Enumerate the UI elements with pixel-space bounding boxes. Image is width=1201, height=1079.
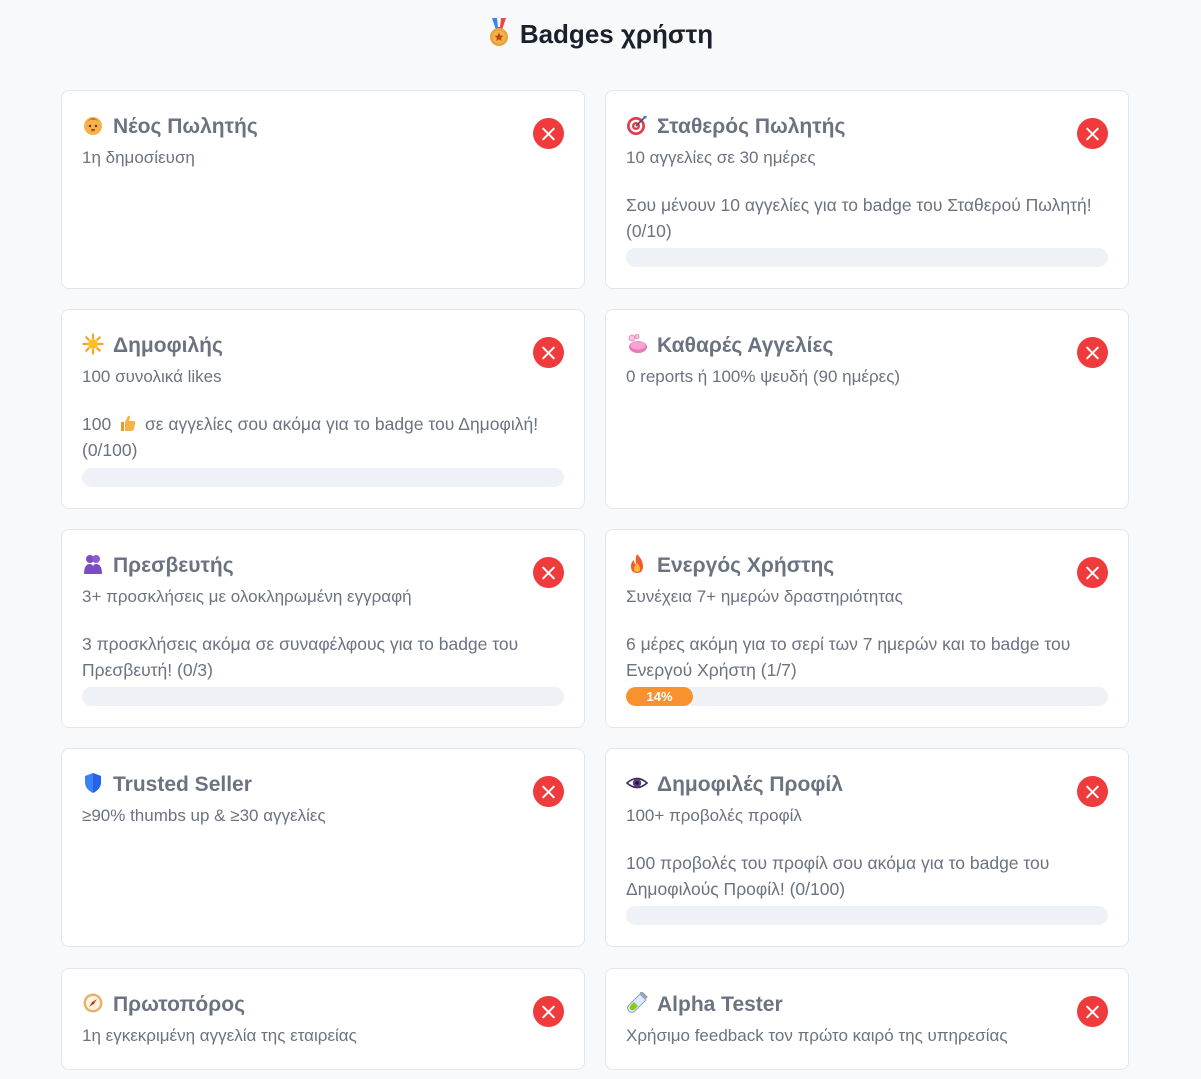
not-earned-icon [1077,996,1108,1027]
badge-description: 1η εγκεκριμένη αγγελία της εταιρείας [82,1026,357,1045]
badge-progress-message: 100 προβολές του προφίλ σου ακόμα για το… [626,853,1050,899]
progress-bar [626,248,1108,267]
progress-bar [82,687,564,706]
badge-title: Σταθερός Πωλητής [626,113,845,141]
badge-title: Δημοφιλής [82,332,223,360]
not-earned-icon [533,557,564,588]
badge-title: Trusted Seller [82,771,252,799]
page-title: Badges χρήστη [0,16,1201,52]
progress-bar: 14% [626,687,1108,706]
page-title-text: Badges χρήστη [519,19,714,49]
not-earned-icon [533,118,564,149]
badge-description: 100+ προβολές προφίλ [626,806,802,825]
badge-title: Καθαρές Αγγελίες [626,332,833,360]
people-hugging-icon [82,553,104,575]
target-icon [626,114,648,136]
badge-description: 1η δημοσίευση [82,148,195,167]
baby-face-icon [82,114,104,136]
badge-title: Πρεσβευτής [82,552,234,580]
badge-card-alpha-tester: Alpha Tester Χρήσιμο feedback τον πρώτο … [605,968,1129,1070]
badge-title: Δημοφιλές Προφίλ [625,771,843,799]
badge-description: Χρήσιμο feedback τον πρώτο καιρό της υπη… [626,1026,1008,1045]
shield-icon [82,772,104,794]
badge-description: 10 αγγελίες σε 30 ημέρες [626,148,816,167]
not-earned-icon [533,996,564,1027]
medal-icon [488,18,510,48]
badge-card-ambassador: Πρεσβευτής 3+ προσκλήσεις με ολοκληρωμέν… [61,529,585,728]
progress-fill: 14% [626,687,693,706]
soap-icon [626,333,648,355]
not-earned-icon [1077,776,1108,807]
badge-description: 3+ προσκλήσεις με ολοκληρωμένη εγγραφή [82,587,412,606]
badge-description: ≥90% thumbs up & ≥30 αγγελίες [82,806,326,825]
badge-title: Πρωτοπόρος [82,991,245,1019]
badge-description: 100 συνολικά likes [82,367,222,386]
badge-card-popular-profile: Δημοφιλές Προφίλ 100+ προβολές προφίλ 10… [605,748,1129,947]
fire-icon [626,553,648,575]
badge-progress-message: 100 σε αγγελίες σου ακόμα για το badge τ… [82,413,539,460]
thumbs-up-icon [119,413,137,431]
eye-icon [625,772,649,794]
not-earned-icon [533,337,564,368]
not-earned-icon [533,776,564,807]
badge-card-pioneer: Πρωτοπόρος 1η εγκεκριμένη αγγελία της ετ… [61,968,585,1070]
badge-card-popular: Δημοφιλής 100 συνολικά likes 100 σε αγγε… [61,309,585,509]
not-earned-icon [1077,337,1108,368]
progress-bar [626,906,1108,925]
badge-progress-message: 6 μέρες ακόμη για το σερί των 7 ημερών κ… [626,634,1071,680]
badge-title: Ενεργός Χρήστης [626,552,834,580]
badge-card-clean-listings: Καθαρές Αγγελίες 0 reports ή 100% ψευδή … [605,309,1129,509]
badge-description: Συνέχεια 7+ ημερών δραστηριότητας [626,587,903,606]
badge-title: Νέος Πωλητής [82,113,258,141]
compass-icon [82,992,104,1014]
badge-card-trusted-seller: Trusted Seller ≥90% thumbs up & ≥30 αγγε… [61,748,585,947]
badge-description: 0 reports ή 100% ψευδή (90 ημέρες) [626,367,901,386]
badge-title: Alpha Tester [626,991,783,1019]
badge-progress-message: Σου μένουν 10 αγγελίες για το badge του … [626,195,1092,241]
test-tube-icon [626,991,648,1014]
badge-progress-message: 3 προσκλήσεις ακόμα σε συναφέλφους για τ… [82,634,519,680]
sun-icon [82,333,104,355]
progress-bar [82,468,564,487]
not-earned-icon [1077,557,1108,588]
badge-card-steady-seller: Σταθερός Πωλητής 10 αγγελίες σε 30 ημέρε… [605,90,1129,289]
badge-card-new-seller: Νέος Πωλητής 1η δημοσίευση [61,90,585,289]
badge-card-active-user: Ενεργός Χρήστης Συνέχεια 7+ ημερών δραστ… [605,529,1129,728]
not-earned-icon [1077,118,1108,149]
